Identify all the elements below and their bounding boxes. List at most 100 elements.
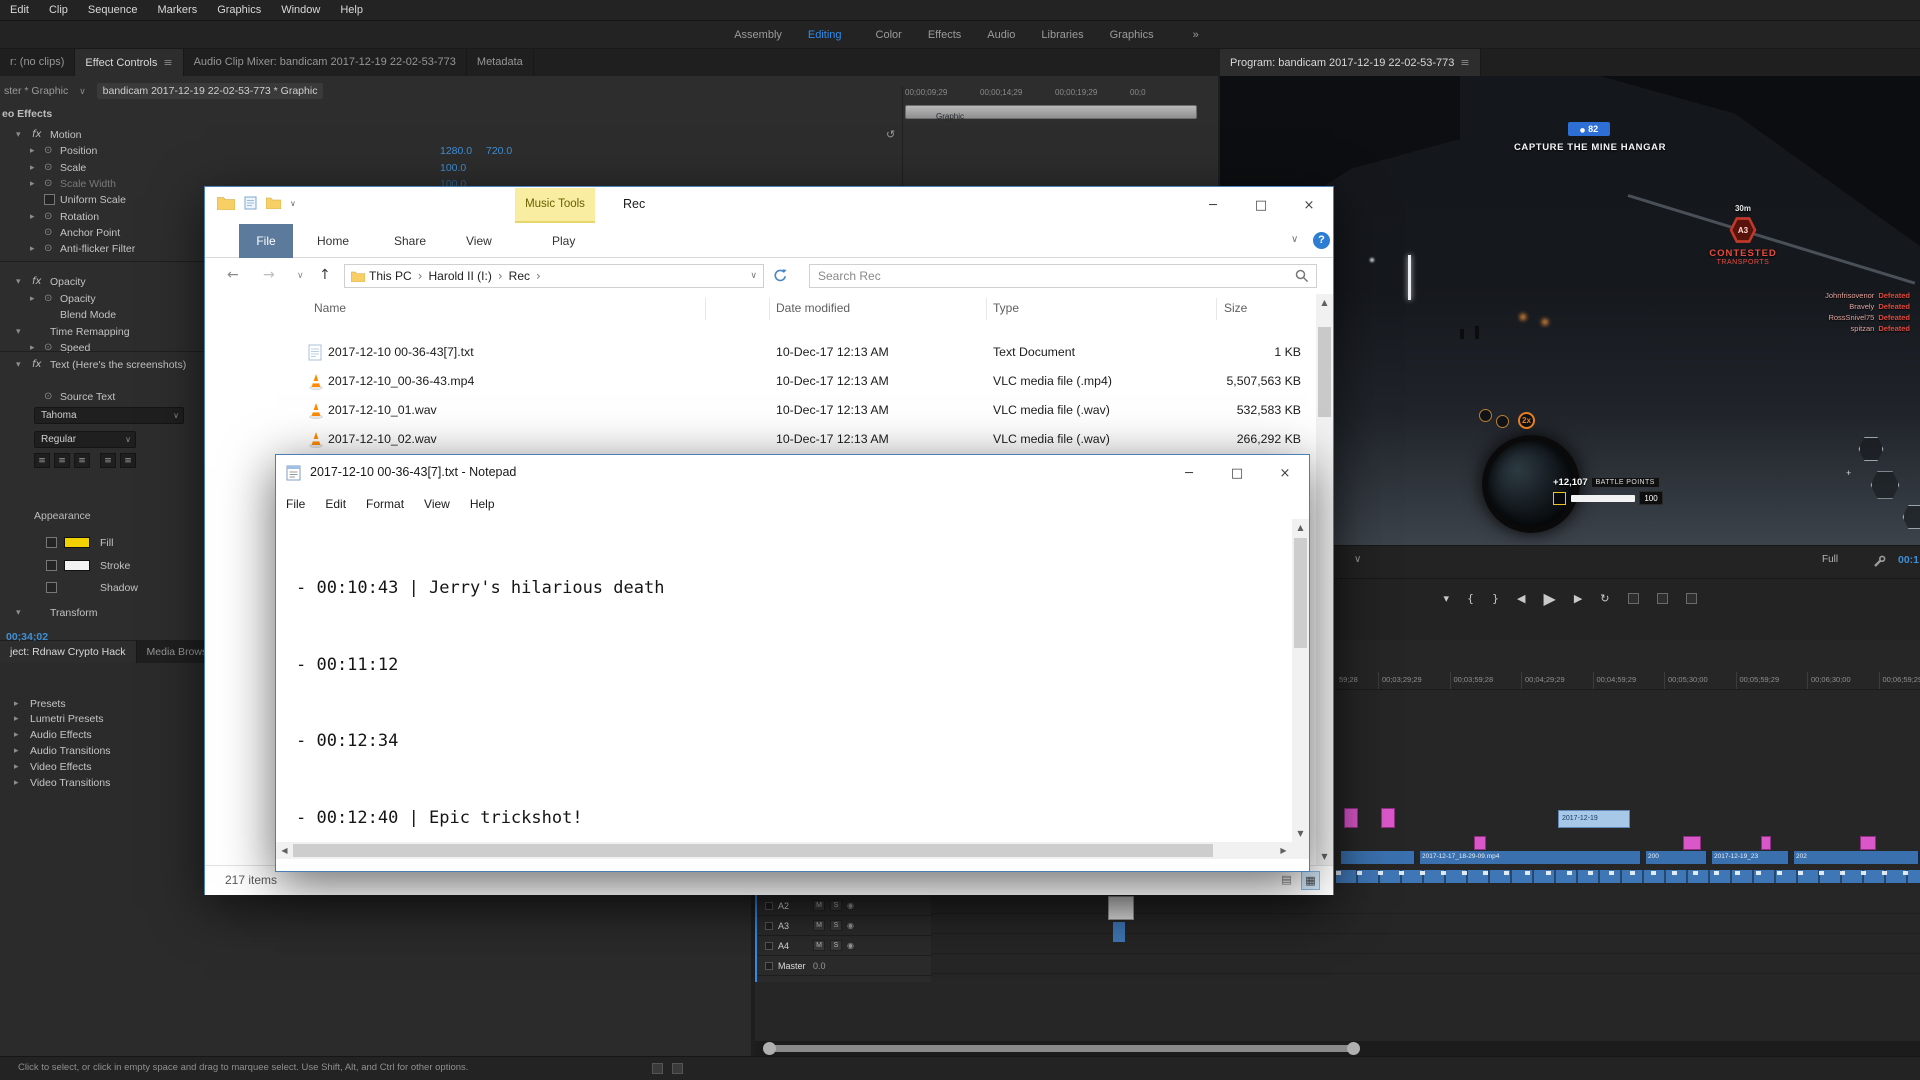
record-arm-icon[interactable]: [847, 921, 854, 930]
column-size[interactable]: Size: [1224, 301, 1247, 315]
timeline-clip[interactable]: [1344, 808, 1358, 828]
ribbon-play-tab[interactable]: Play: [552, 224, 575, 258]
vertical-scrollbar[interactable]: [1292, 519, 1309, 842]
music-tools-contextual-tab[interactable]: Music Tools: [515, 188, 595, 223]
lift-button[interactable]: [1628, 593, 1639, 604]
properties-icon[interactable]: [244, 196, 257, 210]
lock-icon[interactable]: [765, 922, 773, 930]
new-folder-icon[interactable]: [266, 197, 281, 209]
solo-button[interactable]: S: [830, 940, 842, 951]
timeline-clip[interactable]: [1860, 836, 1876, 850]
step-back-button[interactable]: [1517, 592, 1525, 605]
audio-clip[interactable]: 2017-12-19_23: [1712, 851, 1790, 864]
workspace-assembly[interactable]: Assembly: [721, 21, 795, 49]
details-view-button[interactable]: ▤: [1277, 871, 1296, 890]
workspace-audio[interactable]: Audio: [974, 21, 1028, 49]
stopwatch-icon[interactable]: [44, 176, 52, 192]
menu-edit[interactable]: Edit: [315, 491, 356, 511]
panel-icon[interactable]: [672, 1063, 683, 1074]
align-right-button[interactable]: [74, 453, 90, 468]
twirl-icon[interactable]: [30, 143, 35, 159]
scroll-down-arrow[interactable]: [1292, 825, 1309, 842]
lock-icon[interactable]: [765, 962, 773, 970]
effect-row-scale[interactable]: Scale 100.0: [0, 160, 900, 176]
timeline-clip[interactable]: [1761, 836, 1771, 850]
file-row[interactable]: 2017-12-10_01.wav 10-Dec-17 12:13 AM VLC…: [205, 396, 1315, 425]
stopwatch-icon[interactable]: [44, 160, 52, 176]
ribbon-view-tab[interactable]: View: [466, 224, 492, 258]
scroll-down-arrow[interactable]: [1316, 848, 1333, 865]
stroke-color-swatch[interactable]: [64, 560, 90, 571]
ribbon-file-tab[interactable]: File: [239, 224, 293, 258]
search-input[interactable]: [810, 269, 1295, 283]
track-header-a2[interactable]: A2 M S: [757, 896, 933, 916]
menu-view[interactable]: View: [414, 491, 460, 511]
reset-icon[interactable]: [886, 127, 895, 143]
timeline-ruler[interactable]: 59;28 00;03;29;29 00;03;59;28 00;04;29;2…: [1336, 672, 1920, 690]
tab-mixer-noclips[interactable]: r: (no clips): [0, 49, 75, 76]
timeline-clip[interactable]: [1113, 922, 1125, 942]
workspace-overflow[interactable]: »: [1193, 29, 1199, 41]
panel-menu-icon[interactable]: [1460, 56, 1469, 69]
breadcrumb-separator[interactable]: [416, 269, 425, 283]
chevron-down-icon[interactable]: [79, 87, 86, 97]
menu-help[interactable]: Help: [460, 491, 505, 511]
column-name[interactable]: Name: [314, 301, 346, 315]
scrollbar-thumb[interactable]: [293, 844, 1213, 857]
recent-locations-chevron[interactable]: [297, 271, 304, 281]
minimize-button[interactable]: [1189, 187, 1237, 224]
play-button[interactable]: [1544, 589, 1556, 608]
lock-icon[interactable]: [765, 902, 773, 910]
breadcrumb-rec[interactable]: Rec: [505, 269, 534, 283]
stopwatch-icon[interactable]: [44, 241, 52, 257]
checkbox[interactable]: [46, 560, 57, 571]
add-marker-button[interactable]: [1444, 592, 1450, 605]
audio-clip[interactable]: 202: [1794, 851, 1920, 864]
timeline-lanes[interactable]: [931, 894, 1920, 982]
file-row[interactable]: 2017-12-10 00-36-43[7].txt 10-Dec-17 12:…: [205, 338, 1315, 367]
fill-color-swatch[interactable]: [64, 537, 90, 548]
master-level-value[interactable]: 0.0: [813, 961, 826, 971]
solo-button[interactable]: S: [830, 900, 842, 911]
explorer-scrollbar[interactable]: [1316, 294, 1333, 865]
scroll-up-arrow[interactable]: [1316, 294, 1333, 311]
twirl-icon[interactable]: [16, 274, 21, 290]
timeline-clip[interactable]: [1474, 836, 1486, 850]
effect-row-position[interactable]: Position 1280.0 720.0: [0, 143, 900, 159]
scroll-up-arrow[interactable]: [1292, 519, 1309, 536]
twirl-icon[interactable]: [16, 605, 21, 621]
timeline-clip[interactable]: [1381, 808, 1395, 828]
tab-metadata[interactable]: Metadata: [467, 49, 534, 76]
search-icon[interactable]: [1295, 269, 1309, 283]
zoom-handle-left[interactable]: [763, 1042, 776, 1055]
ribbon-home-tab[interactable]: Home: [317, 224, 349, 258]
close-button[interactable]: [1285, 187, 1333, 224]
notepad-text-area[interactable]: - 00:10:43 | Jerry's hilarious death - 0…: [276, 519, 1292, 842]
customize-toolbar-chevron[interactable]: [290, 199, 296, 208]
panel-menu-icon[interactable]: [163, 56, 172, 69]
timeline-clip[interactable]: [1108, 896, 1134, 920]
checkbox[interactable]: [44, 194, 55, 205]
twirl-icon[interactable]: [30, 340, 35, 356]
stopwatch-icon[interactable]: [44, 225, 52, 241]
lock-icon[interactable]: [765, 942, 773, 950]
fit-dropdown[interactable]: Full: [1822, 554, 1838, 565]
stopwatch-icon[interactable]: [44, 389, 52, 405]
stopwatch-icon[interactable]: [44, 209, 52, 225]
tab-effect-controls[interactable]: Effect Controls: [75, 49, 183, 76]
twirl-icon[interactable]: [30, 241, 35, 257]
column-divider[interactable]: [705, 298, 706, 320]
track-header-master[interactable]: Master 0.0: [757, 956, 933, 976]
search-box[interactable]: [809, 264, 1317, 288]
forward-button[interactable]: [263, 267, 275, 283]
record-arm-icon[interactable]: [847, 901, 854, 910]
breadcrumb-this-pc[interactable]: This PC: [365, 269, 416, 283]
fx-badge-icon[interactable]: [32, 357, 41, 373]
mute-button[interactable]: M: [813, 940, 825, 951]
twirl-icon[interactable]: [30, 176, 35, 192]
workspace-libraries[interactable]: Libraries: [1028, 21, 1096, 49]
maximize-button[interactable]: [1213, 455, 1261, 491]
resolution-dropdown[interactable]: [1354, 554, 1361, 565]
audio-clip[interactable]: 2017-12-17_18-29-09.mp4: [1420, 851, 1642, 864]
timeline-scrollbar[interactable]: [755, 1041, 1920, 1056]
